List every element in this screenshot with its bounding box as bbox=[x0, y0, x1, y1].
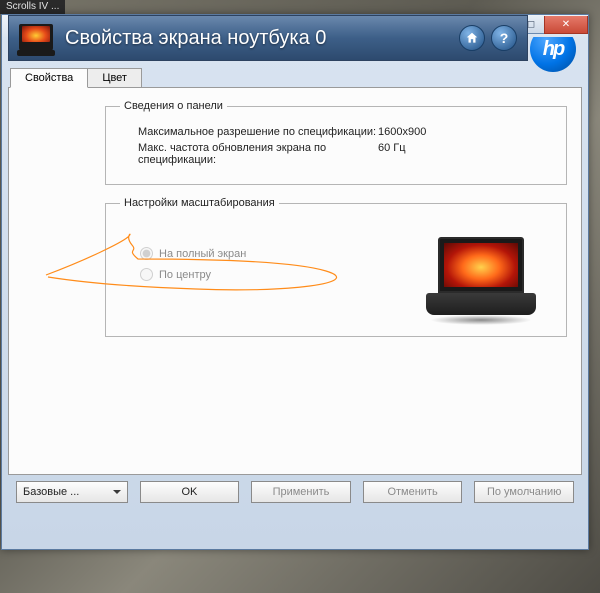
scaling-group: Настройки масштабирования На полный экра… bbox=[105, 197, 567, 337]
home-icon[interactable] bbox=[459, 25, 485, 51]
cancel-button[interactable]: Отменить bbox=[363, 481, 463, 503]
radio-fullscreen-label: На полный экран bbox=[159, 248, 246, 260]
max-resolution-value: 1600x900 bbox=[378, 126, 426, 138]
button-bar: Базовые ... OK Применить Отменить По умо… bbox=[8, 475, 582, 503]
radio-fullscreen-input[interactable] bbox=[140, 247, 153, 260]
tab-strip: Свойства Цвет bbox=[10, 67, 582, 87]
panel-info-group: Сведения о панели Максимальное разрешени… bbox=[105, 100, 567, 185]
tab-color[interactable]: Цвет bbox=[87, 68, 142, 88]
tab-body: Сведения о панели Максимальное разрешени… bbox=[8, 87, 582, 475]
max-refresh-value: 60 Гц bbox=[378, 142, 406, 166]
radio-center-input[interactable] bbox=[140, 268, 153, 281]
client-area: Свойства Цвет Сведения о панели Максимал… bbox=[8, 67, 582, 503]
help-icon[interactable]: ? bbox=[491, 25, 517, 51]
ok-button[interactable]: OK bbox=[140, 481, 240, 503]
tab-properties[interactable]: Свойства bbox=[10, 68, 88, 88]
chevron-down-icon bbox=[113, 490, 121, 494]
defaults-button[interactable]: По умолчанию bbox=[474, 481, 574, 503]
basics-button-label: Базовые ... bbox=[23, 486, 79, 498]
radio-center-label: По центру bbox=[159, 269, 211, 281]
page-title: Свойства экрана ноутбука 0 bbox=[65, 27, 459, 50]
taskbar-item[interactable]: Scrolls IV ... bbox=[0, 0, 65, 14]
page-banner: Свойства экрана ноутбука 0 ? bbox=[8, 15, 528, 61]
apply-button[interactable]: Применить bbox=[251, 481, 351, 503]
close-button[interactable]: ✕ bbox=[544, 16, 588, 34]
notebook-icon bbox=[19, 24, 53, 52]
panel-info-legend: Сведения о панели bbox=[120, 100, 227, 112]
max-refresh-label: Макс. частота обновления экрана по специ… bbox=[138, 142, 378, 166]
scaling-legend: Настройки масштабирования bbox=[120, 197, 279, 209]
basics-button[interactable]: Базовые ... bbox=[16, 481, 128, 503]
laptop-preview-image bbox=[426, 237, 536, 317]
app-window: CATALYST® Control Center ─ ◻ ✕ Графика П… bbox=[1, 14, 589, 550]
max-resolution-label: Максимальное разрешение по спецификации: bbox=[138, 126, 378, 138]
